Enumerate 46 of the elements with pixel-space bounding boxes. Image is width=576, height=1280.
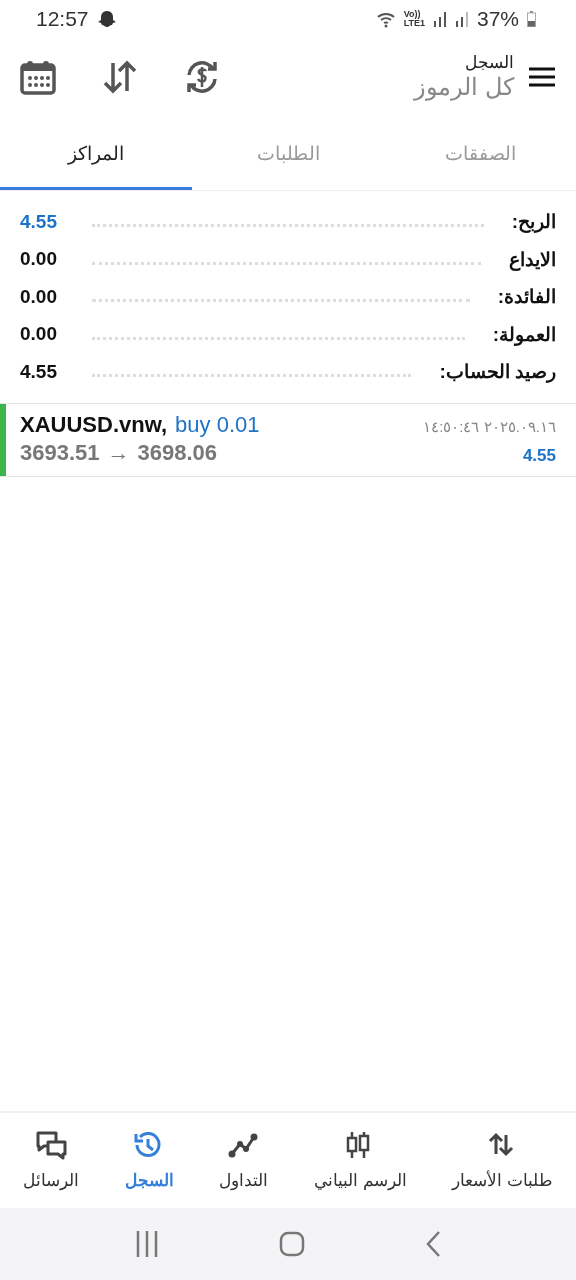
trade-side: buy 0.01 (175, 411, 260, 438)
nav-tab[interactable]: السجل (124, 1130, 174, 1191)
arrow-glyph: → (107, 439, 130, 466)
sort-arrows-button[interactable] (102, 58, 138, 95)
tab[interactable]: المراكز (0, 115, 192, 190)
currency-exchange-button[interactable] (184, 58, 220, 95)
summary-label: الفائدة: (497, 285, 556, 309)
open-price: 3693.51 (20, 439, 100, 466)
wifi-icon (375, 10, 396, 28)
chat-bubbles-icon (34, 1130, 67, 1162)
currency-exchange-icon (184, 58, 220, 95)
summary-value: 4.55 (20, 360, 58, 383)
status-time: 12:57 (36, 7, 89, 31)
recent-apps-button[interactable] (135, 1229, 159, 1259)
trade-profit: 4.55 (522, 445, 556, 466)
symbol-name: XAUUSD.vnw, (20, 411, 168, 438)
summary-label: الربح: (511, 210, 556, 234)
signal-icon (432, 11, 447, 27)
calendar-icon (20, 58, 56, 95)
calendar-button[interactable] (20, 58, 56, 95)
menu-button[interactable] (528, 65, 556, 88)
summary-label: الايداع (509, 247, 556, 271)
battery-icon (527, 11, 536, 27)
summary-value: 4.55 (20, 210, 58, 233)
nav-tab[interactable]: الرسم البياني (314, 1130, 407, 1191)
symbol-filter[interactable]: كل الرموز (414, 73, 514, 101)
summary-label: رصيد الحساب: (439, 360, 556, 384)
sort-arrows-icon (102, 58, 138, 95)
close-price: 3698.06 (137, 439, 218, 466)
home-button[interactable] (279, 1231, 305, 1257)
summary-value: 0.00 (20, 323, 58, 346)
summary-value: 0.00 (20, 285, 58, 308)
summary-value: 0.00 (20, 248, 58, 271)
menu-icon (528, 65, 556, 88)
ghost-icon (96, 9, 117, 29)
trade-time: ٢٠٢٥.٠٩.١٦ ١٤:٥٠:٤٦ (423, 417, 556, 436)
battery-percent: 37% (476, 7, 519, 31)
back-button[interactable] (425, 1230, 441, 1258)
network-label: LTE1 (403, 19, 425, 28)
screen-subtitle: السجل (465, 52, 514, 73)
summary-label: العمولة: (492, 322, 556, 346)
signal-icon (454, 11, 469, 27)
nav-tab[interactable]: الرسائل (22, 1130, 79, 1191)
nav-tab[interactable]: طلبات الأسعار (452, 1130, 554, 1191)
nav-tab[interactable]: التداول (219, 1130, 269, 1191)
volte-label: Vo)) (403, 10, 421, 19)
